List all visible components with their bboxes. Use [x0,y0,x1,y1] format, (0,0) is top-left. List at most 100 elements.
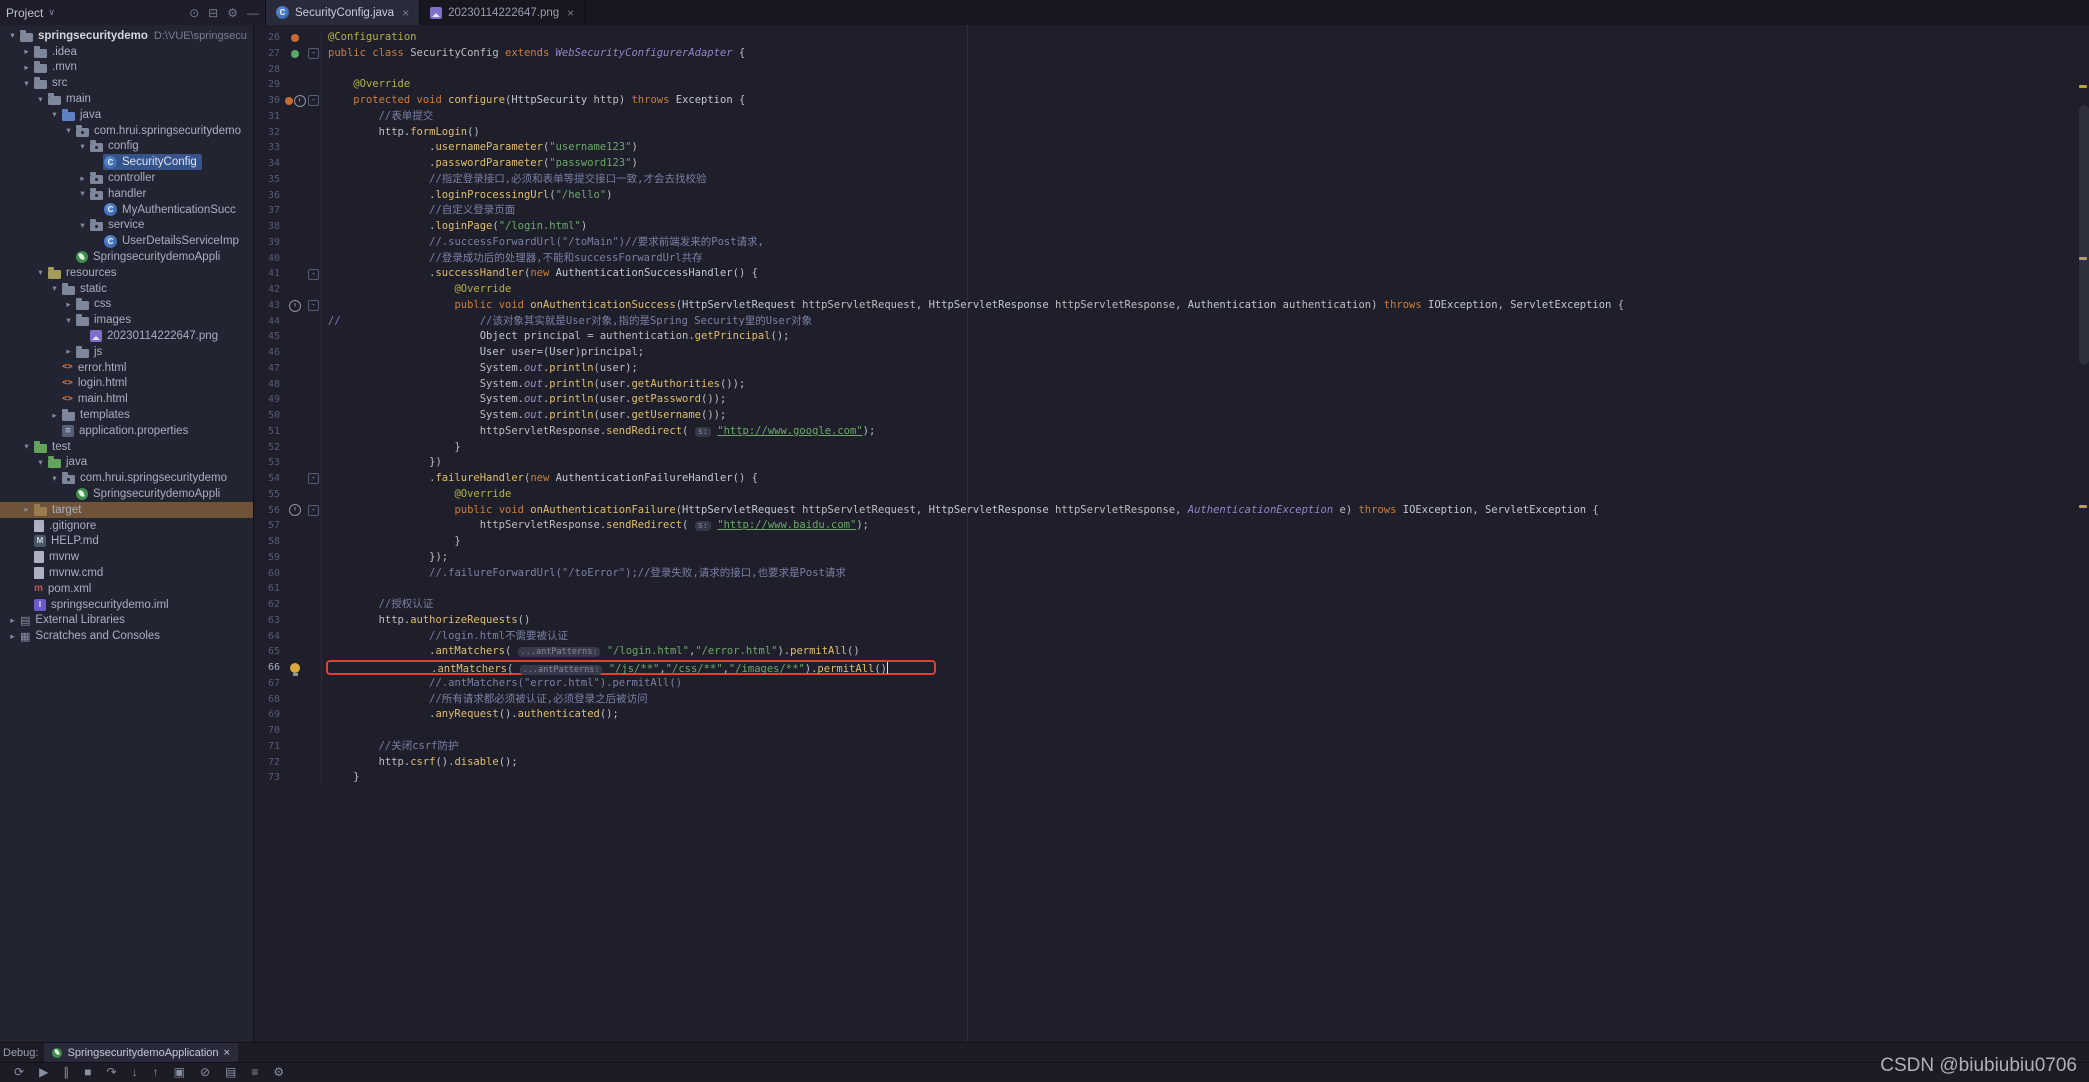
tree-item-mvnw-cmd[interactable]: mvnw.cmd [0,565,253,581]
code-line-39[interactable]: 39 //.successForwardUrl("/toMain")//要求前端… [254,235,2089,251]
code-line-33[interactable]: 33 .usernameParameter("username123") [254,140,2089,156]
line-number[interactable]: 32 [254,125,284,141]
line-number[interactable]: 60 [254,566,284,582]
line-number[interactable]: 41 [254,266,284,282]
tree-item-java[interactable]: ▾java [0,455,253,471]
chevron-right-icon[interactable]: ▸ [48,410,61,421]
chevron-right-icon[interactable]: ▸ [20,62,33,73]
tree-item--gitignore[interactable]: .gitignore [0,518,253,534]
tree-item-service[interactable]: ▾service [0,218,253,234]
stop-icon[interactable]: ■ [84,1063,91,1082]
rerun-icon[interactable]: ⟳ [14,1063,24,1082]
code-line-70[interactable]: 70 [254,723,2089,739]
code-line-49[interactable]: 49 System.out.println(user.getPassword()… [254,392,2089,408]
debugger-layout-icon[interactable]: ▤ [225,1063,236,1082]
line-number[interactable]: 53 [254,455,284,471]
code-line-37[interactable]: 37 //自定义登录页面 [254,203,2089,219]
code-line-64[interactable]: 64 //login.html不需要被认证 [254,629,2089,645]
tree-item--idea[interactable]: ▸.idea [0,44,253,60]
line-number[interactable]: 58 [254,534,284,550]
code-line-59[interactable]: 59 }); [254,550,2089,566]
tree-item-controller[interactable]: ▸controller [0,170,253,186]
code-line-67[interactable]: 67 //.antMatchers("error.html").permitAl… [254,676,2089,692]
code-line-42[interactable]: 42 @Override [254,282,2089,298]
line-number[interactable]: 45 [254,329,284,345]
tree-item-error-html[interactable]: <>error.html [0,360,253,376]
override-icon[interactable]: ↑ [289,504,301,516]
line-number[interactable]: 69 [254,707,284,723]
resume-icon[interactable]: ▶ [39,1063,48,1082]
tree-item-css[interactable]: ▸css [0,297,253,313]
fold-marker-icon[interactable]: - [308,473,319,484]
code-line-44[interactable]: 44// //该对象其实就是User对象,指的是Spring Security里… [254,314,2089,330]
tree-item-pom-xml[interactable]: mpom.xml [0,581,253,597]
code-line-46[interactable]: 46 User user=(User)principal; [254,345,2089,361]
tree-item-userdetailsserviceimp[interactable]: CUserDetailsServiceImp [0,233,253,249]
code-line-30[interactable]: 30↑- protected void configure(HttpSecuri… [254,93,2089,109]
tree-item-images[interactable]: ▾images [0,312,253,328]
code-line-52[interactable]: 52 } [254,440,2089,456]
line-number[interactable]: 39 [254,235,284,251]
tree-item-js[interactable]: ▸js [0,344,253,360]
code-line-69[interactable]: 69 .anyRequest().authenticated(); [254,707,2089,723]
inspection-mark[interactable] [2079,85,2087,88]
bean-icon[interactable] [291,34,299,42]
line-number[interactable]: 30 [254,93,284,109]
line-number[interactable]: 71 [254,739,284,755]
fold-marker-icon[interactable]: - [308,95,319,106]
step-out-icon[interactable]: ↑ [153,1063,159,1082]
fold-marker-icon[interactable]: - [308,48,319,59]
tree-item-test[interactable]: ▾test [0,439,253,455]
code-line-61[interactable]: 61 [254,581,2089,597]
line-number[interactable]: 62 [254,597,284,613]
chevron-down-icon[interactable]: ▾ [48,109,61,120]
intention-bulb-icon[interactable] [290,663,300,673]
chevron-down-icon[interactable]: ▾ [34,457,47,468]
fold-marker-icon[interactable]: - [308,505,319,516]
code-line-48[interactable]: 48 System.out.println(user.getAuthoritie… [254,377,2089,393]
line-number[interactable]: 31 [254,109,284,125]
chevron-right-icon[interactable]: ▸ [76,173,89,184]
tree-item-20230114222647-png[interactable]: 20230114222647.png [0,328,253,344]
line-number[interactable]: 28 [254,62,284,78]
line-number[interactable]: 38 [254,219,284,235]
code-line-65[interactable]: 65 .antMatchers( ...antPatterns: "/login… [254,644,2089,660]
line-number[interactable]: 50 [254,408,284,424]
line-number[interactable]: 65 [254,644,284,660]
chevron-right-icon[interactable]: ▸ [20,504,33,515]
editor-scrollbar[interactable] [2079,105,2089,365]
line-number[interactable]: 73 [254,770,284,786]
line-number[interactable]: 47 [254,361,284,377]
chevron-right-icon[interactable]: ▸ [20,46,33,57]
code-line-32[interactable]: 32 http.formLogin() [254,125,2089,141]
line-number[interactable]: 56 [254,503,284,519]
close-tab-icon[interactable]: × [224,1047,230,1059]
code-line-35[interactable]: 35 //指定登录接口,必须和表单等提交接口一致,才会去找校验 [254,172,2089,188]
code-line-55[interactable]: 55 @Override [254,487,2089,503]
line-number[interactable]: 63 [254,613,284,629]
chevron-down-icon[interactable]: ▾ [20,441,33,452]
code-line-28[interactable]: 28 [254,62,2089,78]
line-number[interactable]: 26 [254,30,284,46]
chevron-down-icon[interactable]: ∨ [48,7,55,18]
collapse-all-icon[interactable]: ⊟ [208,1,218,25]
editor-tab-20230114222647-png[interactable]: 20230114222647.png× [420,0,585,25]
code-line-53[interactable]: 53 }) [254,455,2089,471]
tree-item-handler[interactable]: ▾handler [0,186,253,202]
line-number[interactable]: 48 [254,377,284,393]
inspection-mark[interactable] [2079,505,2087,508]
console-icon[interactable]: ≡ [251,1063,258,1082]
line-number[interactable]: 57 [254,518,284,534]
line-number[interactable]: 42 [254,282,284,298]
view-breakpoints-icon[interactable]: ▣ [174,1063,185,1082]
bean-icon[interactable] [285,97,293,105]
tree-item-springsecuritydemo[interactable]: ▾springsecuritydemoD:\VUE\springsecu [0,28,253,44]
chevron-down-icon[interactable]: ▾ [20,78,33,89]
code-line-45[interactable]: 45 Object principal = authentication.get… [254,329,2089,345]
line-number[interactable]: 43 [254,298,284,314]
line-number[interactable]: 27 [254,46,284,62]
hide-panel-icon[interactable]: — [247,1,259,25]
locate-file-icon[interactable]: ⊙ [189,1,199,25]
code-line-58[interactable]: 58 } [254,534,2089,550]
settings-icon[interactable]: ⚙ [227,1,238,25]
